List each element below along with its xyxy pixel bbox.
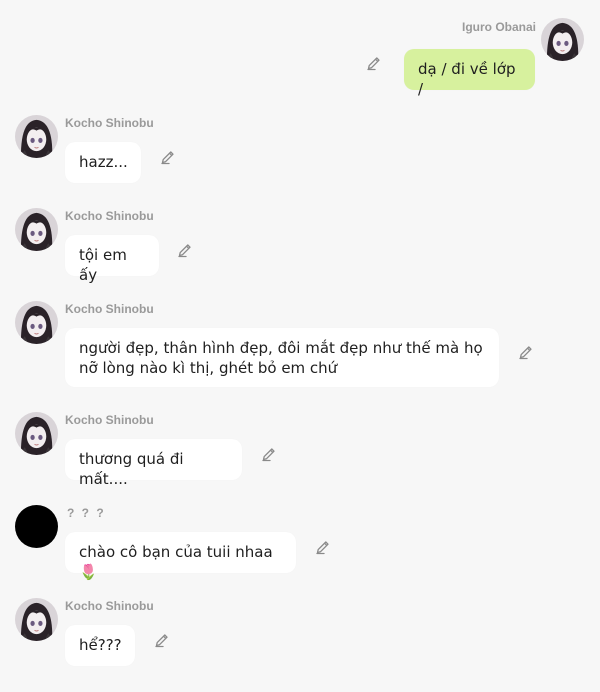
message-bubble[interactable]: hazz... — [65, 142, 141, 183]
anime-character-avatar-icon[interactable] — [15, 115, 58, 158]
black-circle-avatar[interactable] — [15, 505, 58, 548]
pencil-edit-icon[interactable] — [177, 242, 193, 258]
sender-name: Kocho Shinobu — [65, 116, 154, 130]
pencil-edit-icon[interactable] — [366, 55, 382, 71]
anime-character-avatar-icon[interactable] — [15, 208, 58, 251]
anime-character-avatar-icon[interactable] — [541, 18, 584, 61]
message-bubble[interactable]: tội em ấy — [65, 235, 159, 284]
message-bubble[interactable]: hể??? — [65, 625, 135, 666]
pencil-edit-icon[interactable] — [315, 539, 331, 555]
anime-character-avatar-icon[interactable] — [15, 598, 58, 641]
pencil-edit-icon[interactable] — [261, 446, 277, 462]
anime-character-avatar-icon[interactable] — [15, 301, 58, 344]
message-bubble[interactable]: chào cô bạn của tuii nhaa 🌷 — [65, 532, 296, 581]
sender-name: Kocho Shinobu — [65, 413, 154, 427]
sender-name: Kocho Shinobu — [65, 302, 154, 316]
pencil-edit-icon[interactable] — [518, 344, 534, 360]
sender-name: ? ? ? — [67, 506, 106, 520]
pencil-edit-icon[interactable] — [160, 149, 176, 165]
message-bubble[interactable]: thương quá đi mất.... — [65, 439, 242, 488]
sender-name: Kocho Shinobu — [65, 599, 154, 613]
sender-name: Iguro Obanai — [462, 20, 537, 34]
message-bubble[interactable]: người đẹp, thân hình đẹp, đôi mắt đẹp nh… — [65, 328, 499, 387]
sender-name: Kocho Shinobu — [65, 209, 154, 223]
anime-character-avatar-icon[interactable] — [15, 412, 58, 455]
pencil-edit-icon[interactable] — [154, 632, 170, 648]
message-bubble[interactable]: dạ / đi về lớp / — [404, 49, 535, 98]
